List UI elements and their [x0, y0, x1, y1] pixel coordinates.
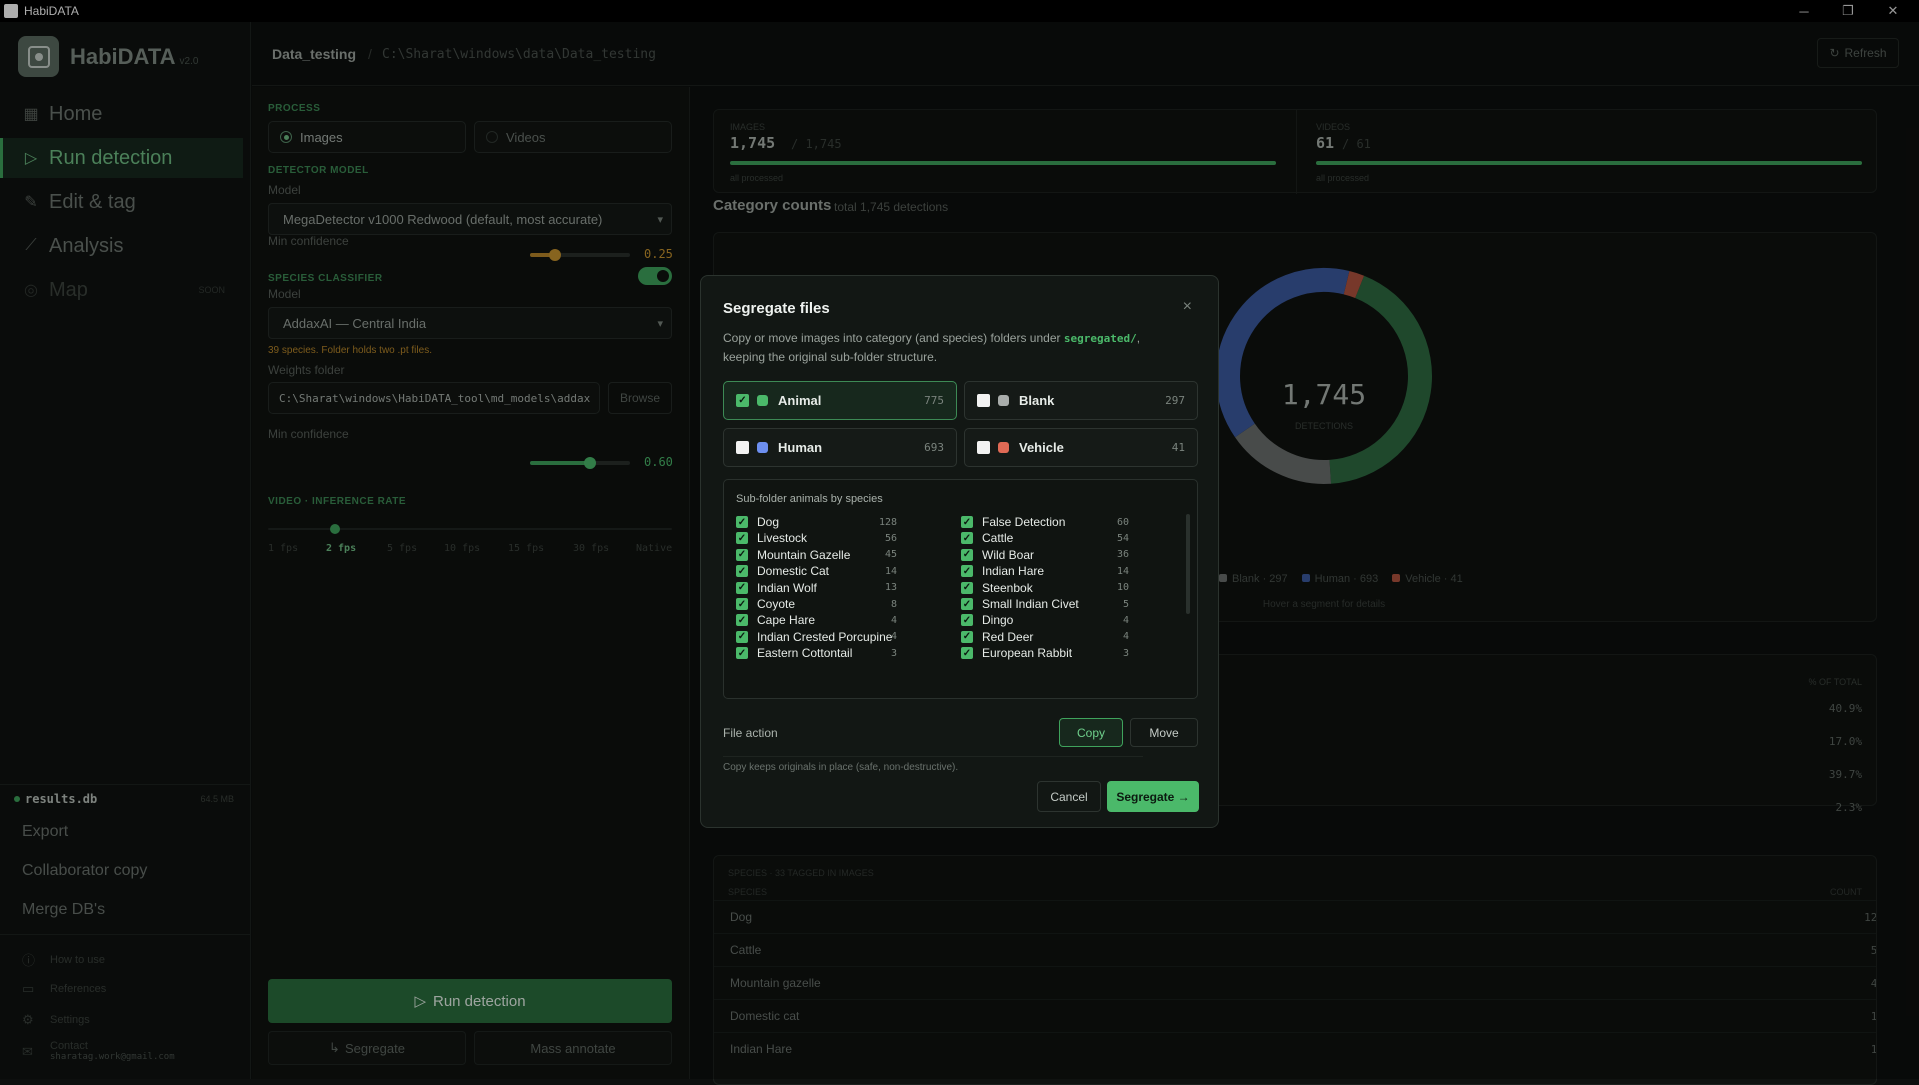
species-count: 4: [1122, 614, 1129, 626]
checkbox-checked-icon[interactable]: ✓: [961, 630, 973, 643]
category-label: Vehicle: [1019, 440, 1064, 455]
species-count: 10: [1116, 582, 1129, 594]
move-option[interactable]: Move: [1130, 718, 1198, 747]
segregated-folder-code: segregated/: [1063, 332, 1137, 345]
file-action-note: Copy keeps originals in place (safe, non…: [723, 762, 959, 773]
category-count: 693: [924, 441, 944, 454]
color-swatch: [757, 442, 768, 453]
species-name: Domestic Cat: [757, 564, 830, 579]
checkbox-icon[interactable]: [977, 394, 990, 407]
checkbox-checked-icon[interactable]: ✓: [736, 647, 748, 660]
description-text-2: keeping the original sub-folder structur…: [723, 350, 938, 364]
species-name: Coyote: [757, 597, 796, 611]
checkbox-checked-icon[interactable]: ✓: [736, 581, 748, 594]
species-name: Wild Boar: [982, 547, 1035, 562]
cancel-button[interactable]: Cancel: [1037, 781, 1101, 812]
species-name: Small Indian Civet: [982, 597, 1079, 611]
species-name: False Detection: [982, 515, 1066, 529]
species-name: Livestock: [757, 531, 808, 546]
species-count: 3: [1122, 647, 1129, 659]
category-label: Human: [778, 440, 823, 455]
checkbox-checked-icon[interactable]: ✓: [736, 630, 748, 643]
checkbox-checked-icon[interactable]: ✓: [961, 532, 973, 545]
species-count: 56: [884, 532, 897, 544]
species-checkbox-row[interactable]: ✓ Eastern Cottontail 3: [736, 643, 897, 663]
dialog-description: Copy or move images into category (and s…: [723, 331, 1141, 364]
species-count: 60: [1116, 516, 1129, 528]
checkbox-checked-icon[interactable]: ✓: [961, 581, 973, 594]
species-count: 8: [890, 598, 897, 610]
species-name: Eastern Cottontail: [757, 646, 853, 661]
checkbox-checked-icon[interactable]: ✓: [736, 532, 748, 545]
dialog-title: Segregate files: [723, 300, 830, 317]
species-name: Cape Hare: [757, 613, 816, 628]
species-count: 14: [1116, 565, 1129, 577]
checkbox-checked-icon[interactable]: ✓: [961, 548, 973, 561]
species-name: Indian Crested Porcupine: [757, 629, 893, 644]
species-name: Steenbok: [982, 580, 1033, 595]
color-swatch: [998, 395, 1009, 406]
species-count: 13: [884, 582, 897, 594]
checkbox-checked-icon[interactable]: ✓: [736, 394, 749, 407]
checkbox-checked-icon[interactable]: ✓: [961, 516, 973, 528]
checkbox-checked-icon[interactable]: ✓: [736, 598, 748, 610]
checkbox-checked-icon[interactable]: ✓: [736, 565, 748, 578]
species-checkbox-row[interactable]: ✓ European Rabbit 3: [961, 643, 1129, 663]
category-count: 41: [1171, 441, 1185, 454]
species-count: 4: [890, 631, 897, 643]
checkbox-checked-icon[interactable]: ✓: [961, 598, 973, 610]
species-name: Mountain Gazelle: [757, 547, 851, 562]
category-vehicle[interactable]: Vehicle 41: [964, 428, 1198, 467]
checkbox-checked-icon[interactable]: ✓: [736, 614, 748, 627]
close-icon[interactable]: ×: [1183, 298, 1192, 316]
species-count: 54: [1116, 532, 1129, 544]
species-name: Red Deer: [982, 629, 1034, 644]
scrollbar[interactable]: [1186, 514, 1190, 614]
species-count: 36: [1116, 549, 1129, 561]
species-name: Indian Wolf: [757, 580, 817, 595]
species-name: European Rabbit: [982, 646, 1073, 661]
species-count: 4: [890, 614, 897, 626]
species-count: 45: [884, 549, 897, 561]
checkbox-checked-icon[interactable]: ✓: [961, 647, 973, 660]
species-count: 128: [878, 516, 897, 528]
category-count: 297: [1165, 394, 1185, 407]
species-count: 4: [1122, 631, 1129, 643]
category-animal[interactable]: ✓ Animal 775: [723, 381, 957, 420]
category-count: 775: [924, 394, 944, 407]
segregate-confirm-button[interactable]: Segregate →: [1107, 781, 1199, 812]
category-blank[interactable]: Blank 297: [964, 381, 1198, 420]
color-swatch: [998, 442, 1009, 453]
category-label: Animal: [778, 393, 822, 408]
copy-option[interactable]: Copy: [1059, 718, 1123, 747]
divider: [723, 756, 1143, 757]
checkbox-checked-icon[interactable]: ✓: [736, 548, 748, 561]
color-swatch: [757, 395, 768, 406]
segregate-dialog: Segregate files × Copy or move images in…: [700, 275, 1219, 828]
checkbox-checked-icon[interactable]: ✓: [961, 614, 973, 627]
species-name: Dog: [757, 515, 780, 529]
species-list-left: ✓ Dog 128 ✓ Livestock 56 ✓ Mountain Gazelle 45 ✓ D…: [736, 512, 949, 697]
species-list-right: ✓ False Detection 60 ✓ Cattle 54 ✓ Wild Boar 36 ✓…: [961, 512, 1175, 697]
species-subfolder-box: Sub-folder animals by species ✓ Dog 128 ✓ Li…: [723, 479, 1198, 699]
species-count: 3: [890, 647, 897, 659]
species-count: 5: [1122, 598, 1129, 610]
checkbox-icon[interactable]: [736, 441, 749, 454]
category-label: Blank: [1019, 393, 1055, 408]
species-name: Indian Hare: [982, 564, 1045, 579]
category-human[interactable]: Human 693: [723, 428, 957, 467]
species-name: Dingo: [982, 613, 1014, 628]
checkbox-icon[interactable]: [977, 441, 990, 454]
subfolder-title: Sub-folder animals by species: [736, 493, 883, 505]
checkbox-checked-icon[interactable]: ✓: [736, 516, 748, 528]
species-name: Cattle: [982, 531, 1014, 546]
checkbox-checked-icon[interactable]: ✓: [961, 565, 973, 578]
description-text: Copy or move images into category (and s…: [723, 331, 1064, 345]
species-count: 14: [884, 565, 897, 577]
file-action-label: File action: [723, 726, 778, 740]
